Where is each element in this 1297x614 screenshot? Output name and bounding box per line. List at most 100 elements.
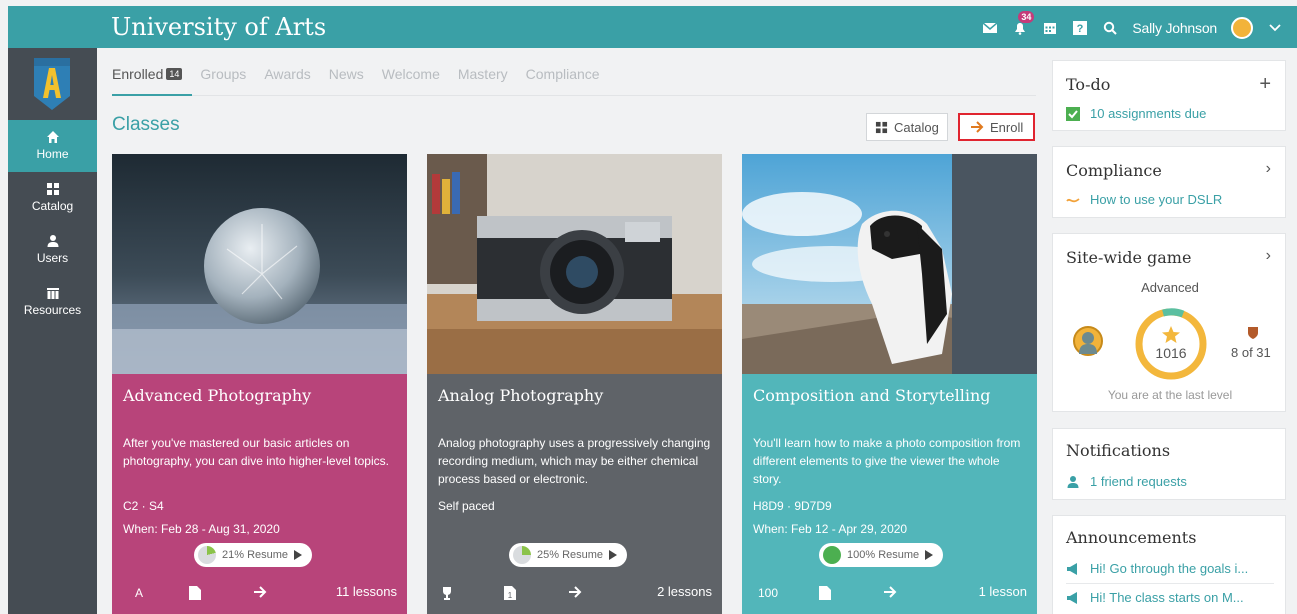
enroll-button[interactable]: Enroll	[958, 113, 1036, 141]
user-name[interactable]: Sally Johnson	[1132, 20, 1217, 36]
document-icon[interactable]	[819, 586, 831, 600]
class-card-body: Composition and Storytelling You'll lear…	[742, 374, 1037, 614]
grid-icon	[875, 121, 888, 133]
class-image	[742, 154, 1037, 374]
class-card[interactable]: Advanced Photography After you've master…	[112, 154, 407, 614]
calendar-icon[interactable]	[1042, 20, 1058, 36]
progress-pie	[823, 546, 841, 564]
tab-compliance[interactable]: Compliance	[526, 66, 600, 82]
game-panel: Site-wide game › Advanced 1016 8 of 31 Y…	[1052, 233, 1286, 412]
top-bar: University of Arts 34 ? Sally Johnson	[8, 6, 1297, 48]
class-title[interactable]: Analog Photography	[438, 386, 603, 405]
trophy-icon[interactable]	[440, 586, 454, 600]
enroll-button-label: Enroll	[990, 119, 1024, 135]
tab-news[interactable]: News	[329, 66, 364, 82]
class-code: C2 · S4	[123, 499, 164, 513]
todo-link[interactable]: 10 assignments due	[1066, 106, 1206, 121]
home-icon	[46, 131, 59, 143]
class-card-body: Advanced Photography After you've master…	[112, 374, 407, 614]
nav-catalog-label: Catalog	[31, 199, 74, 213]
tab-bar: Enrolled 14 Groups Awards News Welcome Ma…	[112, 66, 600, 82]
nav-home[interactable]: Home	[8, 120, 97, 172]
player-avatar	[1073, 326, 1103, 356]
grade-letter: A	[135, 586, 144, 600]
app-title: University of Arts	[111, 13, 327, 41]
compliance-link-label: How to use your DSLR	[1090, 192, 1223, 207]
nav-resources-label: Resources	[23, 303, 82, 317]
megaphone-icon	[1067, 591, 1077, 604]
nav-users[interactable]: Users	[8, 224, 97, 276]
notifications-title: Notifications	[1066, 441, 1171, 460]
catalog-button-label: Catalog	[894, 119, 939, 135]
score-ring	[1135, 308, 1207, 380]
tabs-divider	[112, 95, 1036, 96]
active-tab-indicator	[112, 94, 192, 96]
game-points: 1016	[1155, 345, 1187, 361]
resume-button[interactable]: 25% Resume	[509, 543, 628, 567]
lesson-count: 11 lessons	[335, 584, 397, 599]
chevron-right-icon[interactable]: ›	[1266, 160, 1271, 178]
compliance-link[interactable]: How to use your DSLR	[1066, 192, 1222, 207]
class-footer: 100 1 lesson	[742, 578, 1037, 606]
user-icon	[1067, 475, 1079, 488]
notifications-link-label: 1 friend requests	[1090, 474, 1187, 489]
todo-title: To-do	[1066, 75, 1111, 94]
lesson-count: 2 lessons	[657, 584, 712, 599]
tab-welcome[interactable]: Welcome	[382, 66, 440, 82]
class-footer: A 11 lessons	[112, 578, 407, 606]
tab-enrolled-label: Enrolled	[112, 66, 164, 82]
class-description: You'll learn how to make a photo composi…	[753, 436, 1021, 486]
arrow-right-icon[interactable]	[253, 586, 267, 598]
add-icon[interactable]: +	[1259, 73, 1271, 96]
class-title[interactable]: Composition and Storytelling	[753, 386, 991, 405]
user-avatar[interactable]	[1231, 17, 1253, 39]
resume-button[interactable]: 21% Resume	[194, 543, 313, 567]
class-dates: When: Feb 12 - Apr 29, 2020	[753, 522, 908, 536]
play-icon	[925, 550, 934, 560]
chevron-down-icon[interactable]	[1267, 20, 1283, 36]
nav-home-label: Home	[36, 147, 69, 161]
game-status: You are at the last level	[1107, 388, 1233, 402]
todo-link-label: 10 assignments due	[1090, 106, 1207, 121]
announcement-item[interactable]: Hi! Go through the goals i...	[1066, 561, 1248, 576]
arrow-right-icon[interactable]	[568, 586, 582, 598]
grid-icon	[46, 183, 59, 195]
class-title[interactable]: Advanced Photography	[123, 386, 311, 405]
catalog-button[interactable]: Catalog	[866, 113, 948, 141]
announcement-item[interactable]: Hi! The class starts on M...	[1066, 590, 1244, 605]
tab-awards[interactable]: Awards	[264, 66, 310, 82]
class-card[interactable]: Analog Photography Analog photography us…	[427, 154, 722, 614]
chevron-right-icon[interactable]: ›	[1266, 247, 1271, 265]
notification-icon[interactable]: 34	[1012, 11, 1035, 36]
lesson-count: 1 lesson	[978, 584, 1027, 599]
progress-pie	[513, 546, 531, 564]
notifications-link[interactable]: 1 friend requests	[1066, 474, 1187, 489]
document-icon[interactable]	[189, 586, 201, 600]
game-title: Site-wide game	[1066, 248, 1192, 267]
class-image	[427, 154, 722, 374]
resume-button[interactable]: 100% Resume	[819, 543, 944, 567]
enrolled-count-badge: 14	[166, 68, 183, 80]
section-title: Classes	[112, 114, 180, 135]
class-image	[112, 154, 407, 374]
compliance-panel: Compliance › How to use your DSLR	[1052, 146, 1286, 218]
resume-label: 100% Resume	[847, 549, 920, 561]
nav-resources[interactable]: Resources	[8, 276, 97, 328]
nav-catalog[interactable]: Catalog	[8, 172, 97, 224]
side-nav: Home Catalog Users Resources	[8, 48, 97, 614]
class-code: Self paced	[438, 499, 495, 513]
class-card[interactable]: Composition and Storytelling You'll lear…	[742, 154, 1037, 614]
class-footer: 1 2 lessons	[427, 578, 722, 606]
search-icon[interactable]	[1102, 20, 1118, 36]
todo-panel: To-do + 10 assignments due	[1052, 60, 1286, 131]
tab-enrolled[interactable]: Enrolled 14	[112, 66, 183, 82]
school-logo[interactable]	[34, 58, 70, 110]
arrow-right-icon[interactable]	[883, 586, 897, 598]
user-icon	[47, 235, 58, 247]
mail-icon[interactable]	[982, 20, 998, 36]
tab-groups[interactable]: Groups	[200, 66, 246, 82]
document-icon[interactable]: 1	[504, 586, 516, 600]
tab-mastery[interactable]: Mastery	[458, 66, 508, 82]
help-icon[interactable]: ?	[1072, 20, 1088, 36]
checkbox-icon	[1066, 106, 1080, 121]
